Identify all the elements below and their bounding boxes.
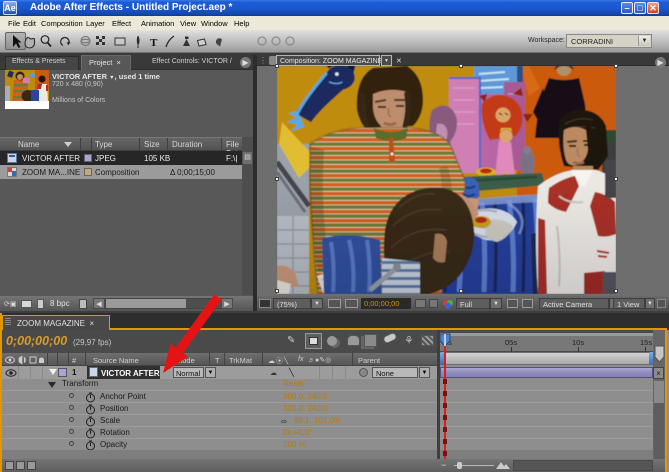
- svg-text:T: T: [150, 37, 158, 49]
